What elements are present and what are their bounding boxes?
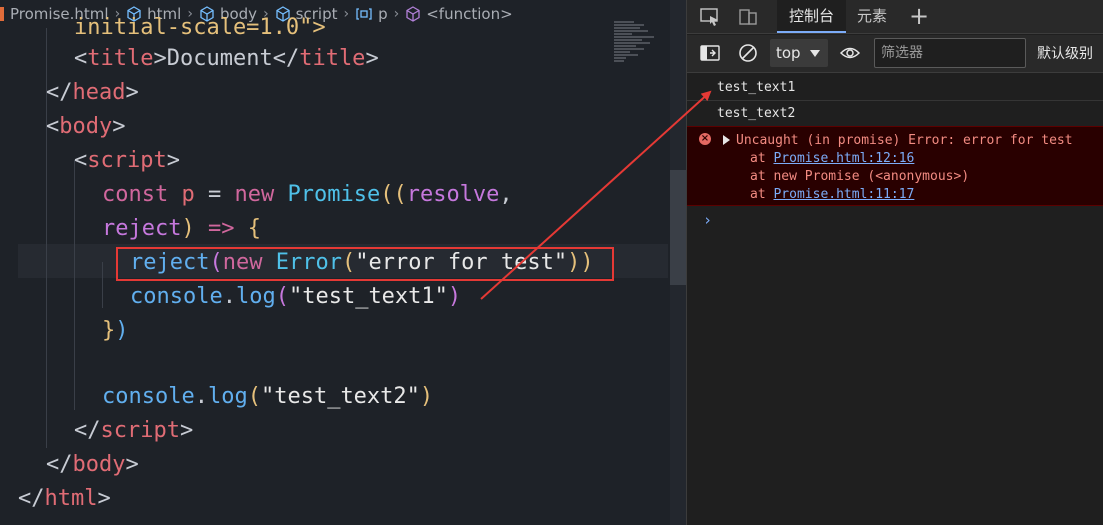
code-line-reject-param: reject) => { — [102, 216, 261, 241]
toggle-sidebar-button[interactable] — [697, 41, 723, 65]
sidebar-icon — [700, 45, 720, 61]
console-log-row: test_text1 — [687, 75, 1103, 101]
code-line-body-close: </body> — [46, 452, 139, 477]
error-message-text: Uncaught (in promise) Error: error for t… — [736, 133, 1073, 148]
minimap[interactable] — [614, 20, 670, 80]
console-error-message: × Uncaught (in promise) Error: error for… — [687, 126, 1103, 206]
code-line-script-close: </script> — [74, 418, 194, 443]
code-line-console-log-2: console.log("test_text2") — [102, 384, 434, 409]
filter-input[interactable] — [874, 38, 1026, 68]
device-toolbar-button[interactable] — [735, 5, 761, 29]
tab-elements[interactable]: 元素 — [857, 0, 887, 33]
code-line-title: <title>Document</title> — [74, 46, 379, 71]
console-prompt[interactable]: › — [703, 211, 712, 229]
tab-console[interactable]: 控制台 — [777, 0, 847, 33]
caret-down-icon — [810, 50, 820, 57]
inspect-icon — [700, 8, 718, 26]
breadcrumb-separator: › — [343, 6, 350, 22]
console-log-row: test_text2 — [687, 101, 1103, 127]
console-output: test_text1 test_text2 × Uncaught (in pro… — [687, 73, 1103, 525]
eye-icon — [839, 47, 861, 59]
live-expression-button[interactable] — [837, 41, 863, 65]
variable-icon — [355, 7, 373, 21]
annotation-highlight-box — [116, 247, 614, 281]
code-line-console-log-1: console.log("test_text1") — [130, 284, 462, 309]
console-toolbar: top 默认级别 — [687, 35, 1103, 73]
code-line-html-close: </html> — [18, 486, 111, 511]
breadcrumb-function[interactable]: <function> — [405, 5, 513, 23]
code-line-head-close: </head> — [46, 80, 139, 105]
inspect-element-button[interactable] — [697, 5, 723, 29]
source-link[interactable]: Promise.html:12:16 — [773, 151, 914, 166]
stack-frame: at Promise.html:11:17 — [750, 187, 915, 202]
code-line-script-open: <script> — [74, 148, 180, 173]
scrollbar-thumb[interactable] — [670, 170, 686, 285]
clear-console-button[interactable] — [735, 41, 761, 65]
add-tab-button[interactable]: + — [909, 3, 929, 29]
context-selector[interactable]: top — [770, 39, 828, 67]
stack-frame: at new Promise (<anonymous>) — [750, 169, 970, 184]
log-levels-dropdown[interactable]: 默认级别 — [1037, 35, 1093, 73]
code-line-close-brace: }) — [102, 318, 129, 343]
indent-guide — [74, 160, 75, 410]
code-line-const-promise: const p = new Promise((resolve, — [102, 182, 513, 207]
stack-frame: at Promise.html:12:16 — [750, 151, 915, 166]
html-file-icon — [0, 6, 5, 22]
devtools-tab-bar: 控制台 元素 + — [687, 0, 1103, 34]
breadcrumb-separator: › — [393, 6, 400, 22]
source-link[interactable]: Promise.html:11:17 — [773, 187, 914, 202]
function-cube-icon — [405, 6, 421, 22]
error-icon: × — [699, 133, 711, 145]
devtools-panel: 控制台 元素 + top 默认级别 test_text1 test_text2 … — [686, 0, 1103, 525]
code-line-meta: initial-scale=1.0"> — [74, 15, 326, 40]
breadcrumb-variable[interactable]: p — [355, 5, 388, 23]
code-editor[interactable]: Promise.html › html › body › script › p … — [0, 0, 686, 525]
editor-scrollbar[interactable] — [670, 0, 686, 525]
indent-guide — [102, 262, 103, 308]
expand-triangle-icon[interactable] — [723, 135, 730, 145]
device-icon — [739, 9, 757, 25]
clear-icon — [739, 44, 757, 62]
code-line-body-open: <body> — [46, 114, 126, 139]
